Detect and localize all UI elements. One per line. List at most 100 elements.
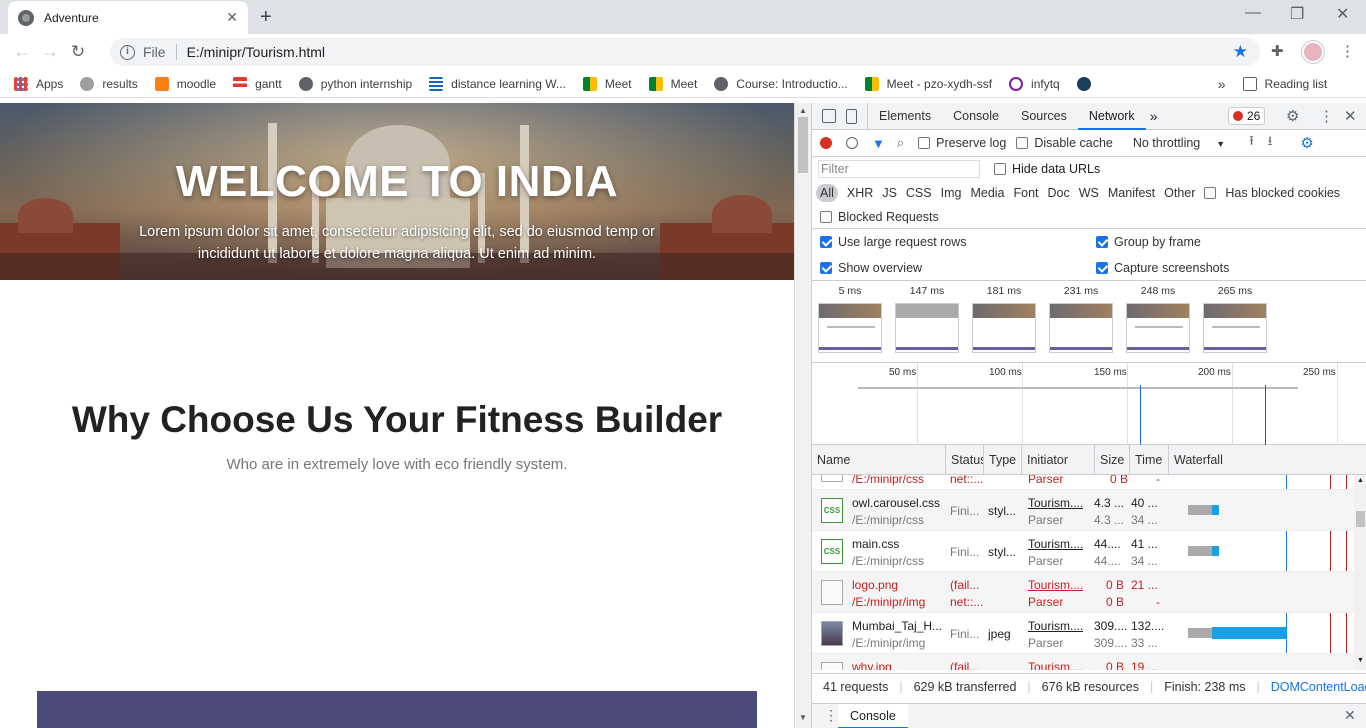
preserve-log-checkbox[interactable]: Preserve log	[918, 136, 1006, 150]
throttling-select[interactable]: No throttling ▼	[1133, 136, 1225, 150]
request-initiator-link[interactable]: Tourism....	[1028, 537, 1083, 551]
request-initiator-link[interactable]: Tourism....	[1028, 660, 1083, 670]
record-icon[interactable]	[820, 137, 832, 149]
large-rows-checkbox[interactable]: Use large request rows	[820, 235, 967, 249]
settings-gear-icon[interactable]: ⚙	[1286, 107, 1299, 125]
bookmarks-overflow-button[interactable]: »	[1218, 76, 1226, 92]
reading-list-button[interactable]: Reading list	[1242, 76, 1327, 91]
table-row[interactable]: why.jpg (fail... Tourism.... 0 B 19 ...	[812, 654, 1354, 670]
bookmark-meet-2[interactable]: Meet	[648, 76, 697, 91]
drawer-tab-console[interactable]: Console	[838, 703, 908, 728]
request-initiator-link[interactable]: Tourism....	[1028, 496, 1083, 510]
tab-elements[interactable]: Elements	[867, 103, 942, 130]
filter-funnel-icon[interactable]: ▼	[872, 136, 885, 151]
type-filter-manifest[interactable]: Manifest	[1108, 186, 1155, 200]
bookmark-meet-1[interactable]: Meet	[582, 76, 632, 91]
close-tab-icon[interactable]: ✕	[226, 9, 238, 26]
tab-network[interactable]: Network	[1077, 103, 1146, 130]
new-tab-button[interactable]: +	[260, 6, 272, 29]
network-settings-icon[interactable]: ⚙	[1300, 134, 1313, 152]
devtools-menu-icon[interactable]: ⋮	[1319, 107, 1334, 125]
reload-icon[interactable]: ↻	[64, 42, 92, 62]
column-initiator[interactable]: Initiator	[1022, 445, 1095, 474]
requests-scrollbar[interactable]: ▲ ▼	[1354, 475, 1366, 670]
search-icon[interactable]: ⌕	[897, 135, 904, 151]
bookmark-meet-pzo[interactable]: Meet - pzo-xydh-ssf	[864, 76, 992, 91]
screenshot-frame[interactable]: 147 ms	[893, 285, 961, 353]
close-window-icon[interactable]: ✕	[1336, 4, 1349, 24]
request-initiator-link[interactable]: Tourism....	[1028, 578, 1083, 592]
more-tabs-icon[interactable]: »	[1150, 108, 1158, 124]
bookmark-infytq[interactable]: infytq	[1009, 76, 1060, 91]
page-scroll-thumb[interactable]	[798, 117, 808, 173]
bookmark-app[interactable]	[1076, 76, 1091, 91]
type-filter-other[interactable]: Other	[1164, 186, 1195, 200]
import-har-icon[interactable]: ⭱	[1249, 132, 1254, 154]
column-waterfall[interactable]: Waterfall	[1169, 445, 1223, 474]
type-filter-all[interactable]: All	[816, 184, 838, 202]
restore-icon[interactable]: ❐	[1290, 4, 1304, 24]
column-status[interactable]: Status	[946, 445, 984, 474]
drawer-menu-icon[interactable]: ⋮	[824, 707, 838, 724]
bookmark-gantt[interactable]: gantt	[233, 76, 282, 91]
type-filter-font[interactable]: Font	[1014, 186, 1039, 200]
scroll-down-icon[interactable]: ▼	[1357, 657, 1364, 664]
address-bar[interactable]: i File E:/minipr/Tourism.html ★	[110, 38, 1260, 66]
blocked-requests-checkbox[interactable]: Blocked Requests	[820, 210, 939, 224]
screenshot-frame[interactable]: 181 ms	[970, 285, 1038, 353]
show-overview-checkbox[interactable]: Show overview	[820, 261, 922, 275]
disable-cache-checkbox[interactable]: Disable cache	[1016, 136, 1113, 150]
profile-avatar[interactable]	[1302, 41, 1324, 63]
error-count-badge[interactable]: 26	[1228, 107, 1266, 125]
table-row[interactable]: /E:/minipr/css net::... Parser 0 B -	[812, 475, 1354, 490]
close-drawer-icon[interactable]: ✕	[1344, 707, 1356, 724]
tab-console[interactable]: Console	[942, 103, 1010, 130]
type-filter-css[interactable]: CSS	[906, 186, 932, 200]
requests-scroll-thumb[interactable]	[1356, 511, 1365, 527]
column-time[interactable]: Time	[1130, 445, 1169, 474]
table-row[interactable]: CSS main.css /E:/minipr/css Fini... styl…	[812, 531, 1354, 572]
screenshot-frame[interactable]: 5 ms	[816, 285, 884, 353]
capture-screenshots-checkbox[interactable]: Capture screenshots	[1096, 261, 1229, 275]
scroll-up-icon[interactable]: ▲	[1357, 477, 1364, 484]
menu-kebab-icon[interactable]: ⋮	[1340, 42, 1355, 60]
extensions-puzzle-icon[interactable]: ✚	[1271, 42, 1284, 60]
type-filter-js[interactable]: JS	[882, 186, 897, 200]
screenshot-frame[interactable]: 265 ms	[1201, 285, 1269, 353]
bookmark-star-icon[interactable]: ★	[1233, 42, 1248, 62]
type-filter-doc[interactable]: Doc	[1048, 186, 1070, 200]
bookmark-course[interactable]: Course: Introductio...	[714, 76, 848, 91]
table-row[interactable]: CSS owl.carousel.css /E:/minipr/css Fini…	[812, 490, 1354, 531]
table-row[interactable]: logo.png /E:/minipr/img (fail... net::..…	[812, 572, 1354, 613]
type-filter-ws[interactable]: WS	[1079, 186, 1099, 200]
bookmark-apps[interactable]: Apps	[14, 76, 63, 91]
column-size[interactable]: Size	[1095, 445, 1130, 474]
screenshot-frame[interactable]: 231 ms	[1047, 285, 1115, 353]
close-devtools-icon[interactable]: ✕	[1344, 107, 1357, 125]
device-toolbar-icon[interactable]	[846, 108, 857, 124]
group-by-frame-checkbox[interactable]: Group by frame	[1096, 235, 1201, 249]
page-scrollbar[interactable]: ▲ ▼	[794, 103, 811, 728]
request-initiator-link[interactable]: Tourism....	[1028, 619, 1083, 633]
column-name[interactable]: Name	[812, 445, 946, 474]
minimize-icon[interactable]: —	[1245, 4, 1261, 22]
has-blocked-cookies-checkbox[interactable]: Has blocked cookies	[1204, 186, 1349, 200]
filter-input[interactable]: Filter	[818, 160, 980, 178]
network-overview[interactable]: 50 ms 100 ms 150 ms 200 ms 250 ms	[812, 363, 1366, 445]
browser-tab[interactable]: Adventure ✕	[8, 1, 248, 34]
bookmark-results[interactable]: results	[80, 76, 138, 91]
export-har-icon[interactable]: ⭳	[1268, 132, 1273, 154]
back-arrow-icon[interactable]: ←	[8, 42, 36, 62]
url-text[interactable]: E:/minipr/Tourism.html	[187, 44, 325, 60]
bookmark-distance-learning[interactable]: distance learning W...	[429, 76, 566, 91]
inspect-element-icon[interactable]	[822, 109, 836, 123]
type-filter-img[interactable]: Img	[941, 186, 962, 200]
forward-arrow-icon[interactable]: →	[36, 42, 64, 62]
type-filter-xhr[interactable]: XHR	[847, 186, 873, 200]
screenshot-frame[interactable]: 248 ms	[1124, 285, 1192, 353]
tab-sources[interactable]: Sources	[1010, 103, 1078, 130]
table-row[interactable]: Mumbai_Taj_H... /E:/minipr/img Fini... j…	[812, 613, 1354, 654]
clear-icon[interactable]	[846, 137, 858, 149]
type-filter-media[interactable]: Media	[970, 186, 1004, 200]
scroll-down-icon[interactable]: ▼	[799, 713, 807, 722]
